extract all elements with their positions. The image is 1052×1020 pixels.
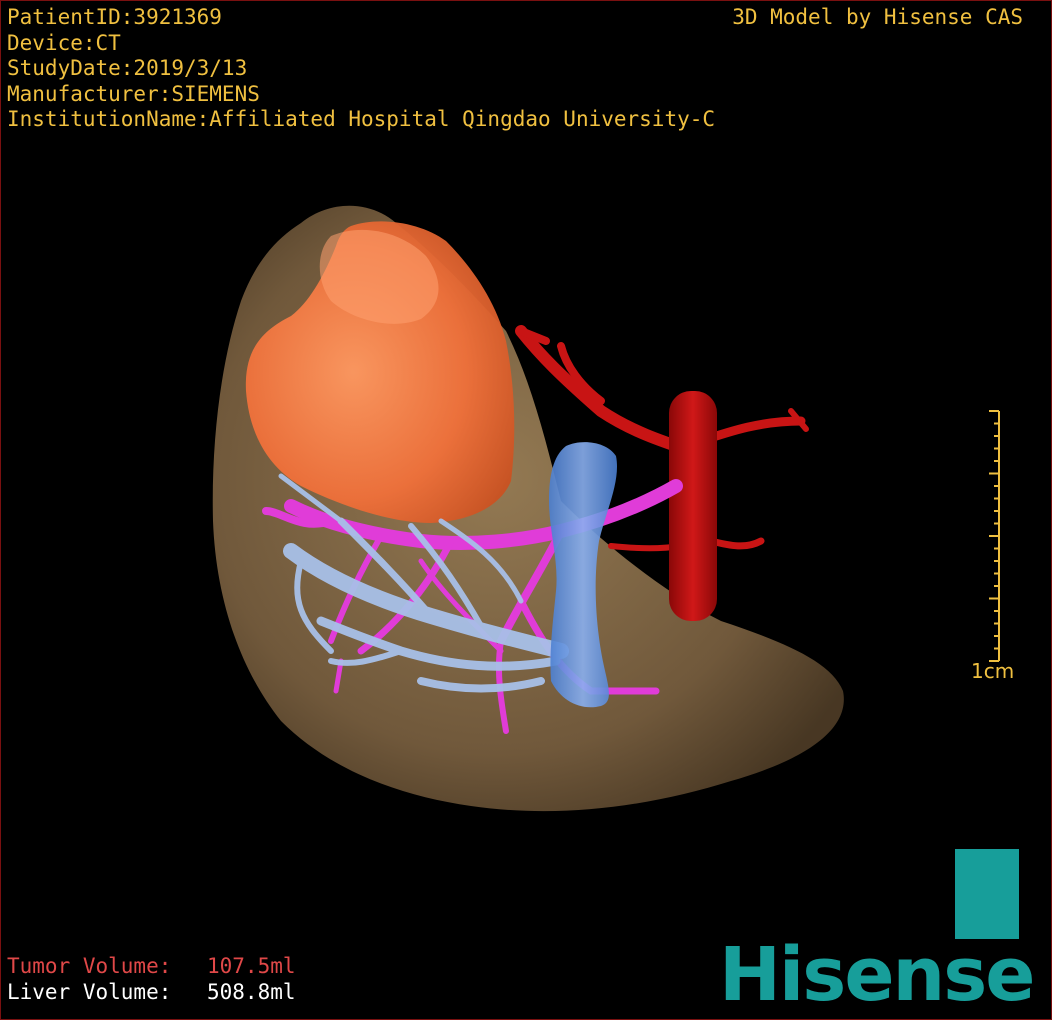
liver-volume-value: 508.8ml: [207, 980, 296, 1004]
institution-name: InstitutionName:Affiliated Hospital Qing…: [7, 107, 716, 131]
tumor-volume-row: Tumor Volume: 107.5ml: [7, 953, 296, 979]
aorta: [669, 391, 717, 621]
scale-bar-label: 1cm: [971, 659, 1015, 683]
manufacturer: Manufacturer:SIEMENS: [7, 81, 260, 106]
patient-id: PatientID:3921369: [7, 5, 222, 29]
liver-volume-row: Liver Volume: 508.8ml: [7, 979, 296, 1005]
study-metadata: PatientID:3921369 Device:CT StudyDate:20…: [7, 5, 715, 133]
liver-volume-label: Liver Volume:: [7, 980, 172, 1004]
hisense-wordmark: Hisense: [719, 932, 1035, 1018]
tumor-volume-label: Tumor Volume:: [7, 954, 172, 978]
volume-readouts: Tumor Volume: 107.5ml Liver Volume: 508.8m…: [7, 953, 296, 1005]
model-credit: 3D Model by Hisense CAS: [732, 5, 1023, 29]
study-date: StudyDate:2019/3/13: [7, 56, 248, 80]
tumor-volume-value: 107.5ml: [207, 954, 296, 978]
hisense-logo-mark: [955, 849, 1019, 939]
scale-bar: [989, 410, 1000, 662]
liver-3d-model[interactable]: [1, 1, 1051, 1019]
3d-viewport[interactable]: PatientID:3921369 Device:CT StudyDate:20…: [0, 0, 1052, 1020]
device: Device:CT: [7, 30, 121, 55]
